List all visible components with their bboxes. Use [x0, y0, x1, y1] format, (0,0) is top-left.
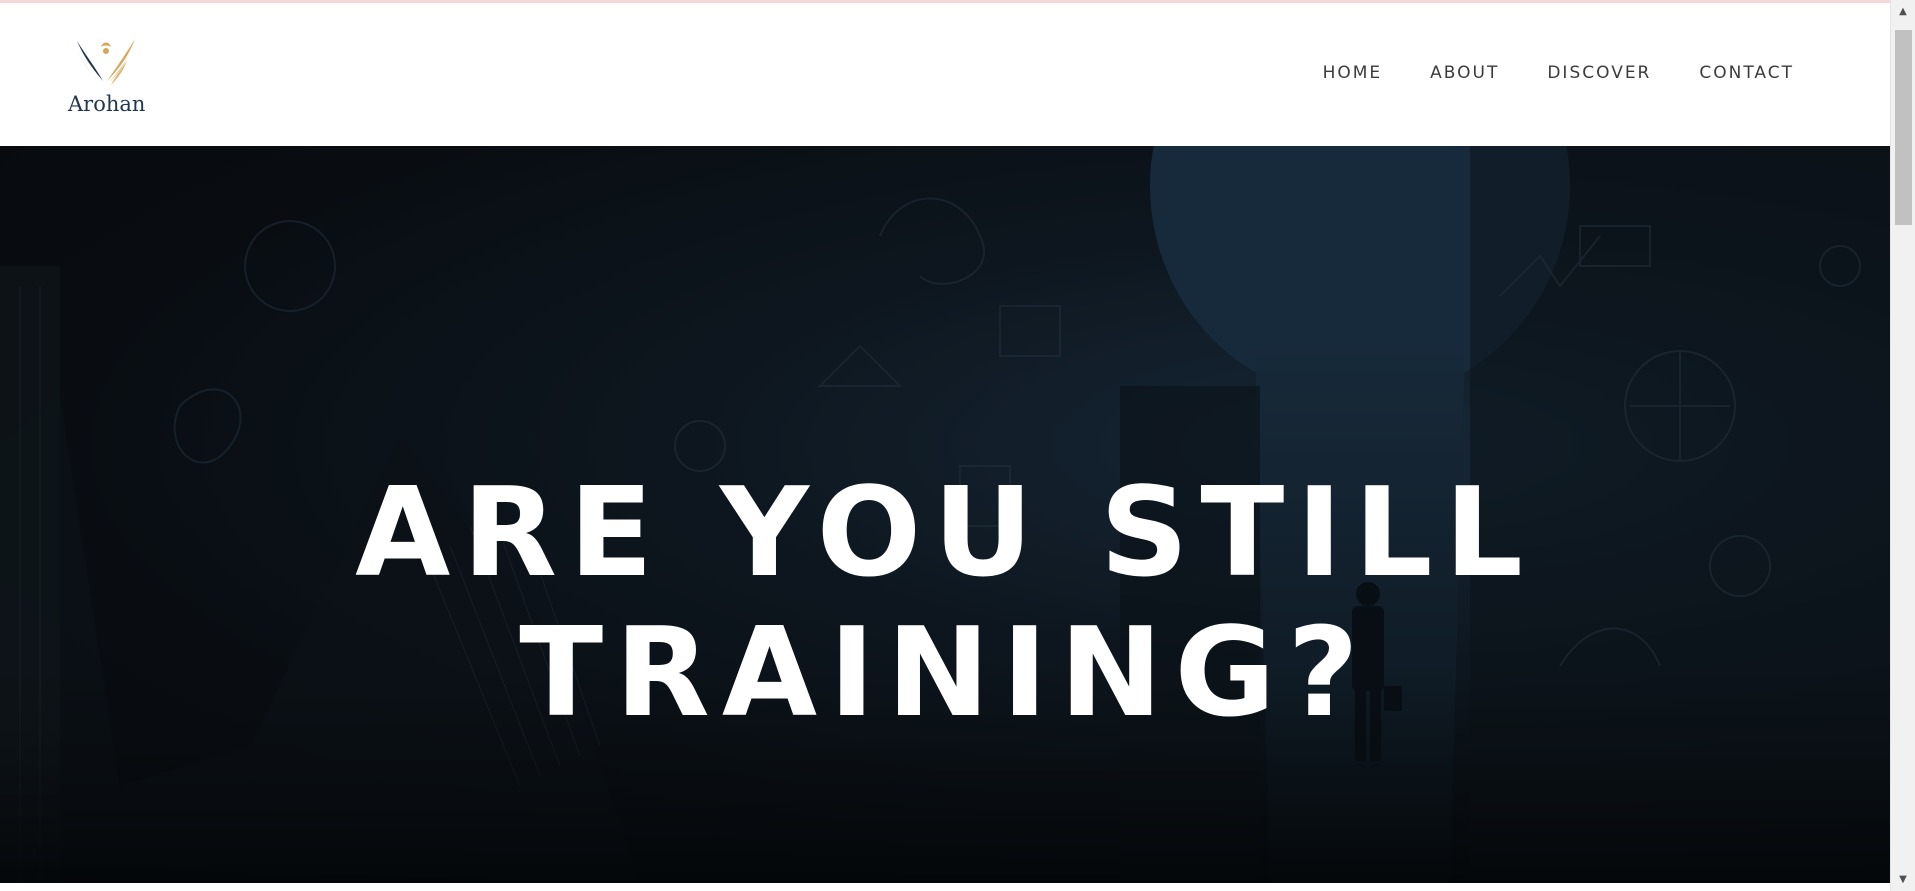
hero-title: ARE YOU STILL TRAINING? — [0, 464, 1890, 744]
main-nav: HOME ABOUT DISCOVER CONTACT — [1323, 63, 1794, 83]
below-hero-section — [0, 883, 1890, 891]
nav-item-discover[interactable]: DISCOVER — [1547, 63, 1651, 83]
nav-item-about[interactable]: ABOUT — [1430, 63, 1499, 83]
page-scrollbar[interactable]: ▲ ▼ — [1890, 0, 1915, 891]
scrollbar-thumb[interactable] — [1895, 30, 1912, 225]
nav-item-home[interactable]: HOME — [1323, 63, 1383, 83]
nav-item-contact[interactable]: CONTACT — [1699, 63, 1794, 83]
brand-logo-link[interactable]: Arohan — [68, 37, 146, 117]
site-header: Arohan HOME ABOUT DISCOVER CONTACT — [0, 3, 1890, 146]
hero-banner: ARE YOU STILL TRAINING? — [0, 146, 1890, 883]
scroll-up-arrow-icon[interactable]: ▲ — [1891, 3, 1915, 21]
hero-title-line-2: TRAINING? — [519, 602, 1371, 745]
brand-name: Arohan — [68, 92, 146, 116]
phoenix-wings-icon — [75, 39, 135, 85]
scroll-down-arrow-icon[interactable]: ▼ — [1891, 871, 1915, 889]
hero-title-line-1: ARE YOU STILL — [355, 462, 1535, 605]
page: Arohan HOME ABOUT DISCOVER CONTACT ARE Y… — [0, 0, 1915, 891]
